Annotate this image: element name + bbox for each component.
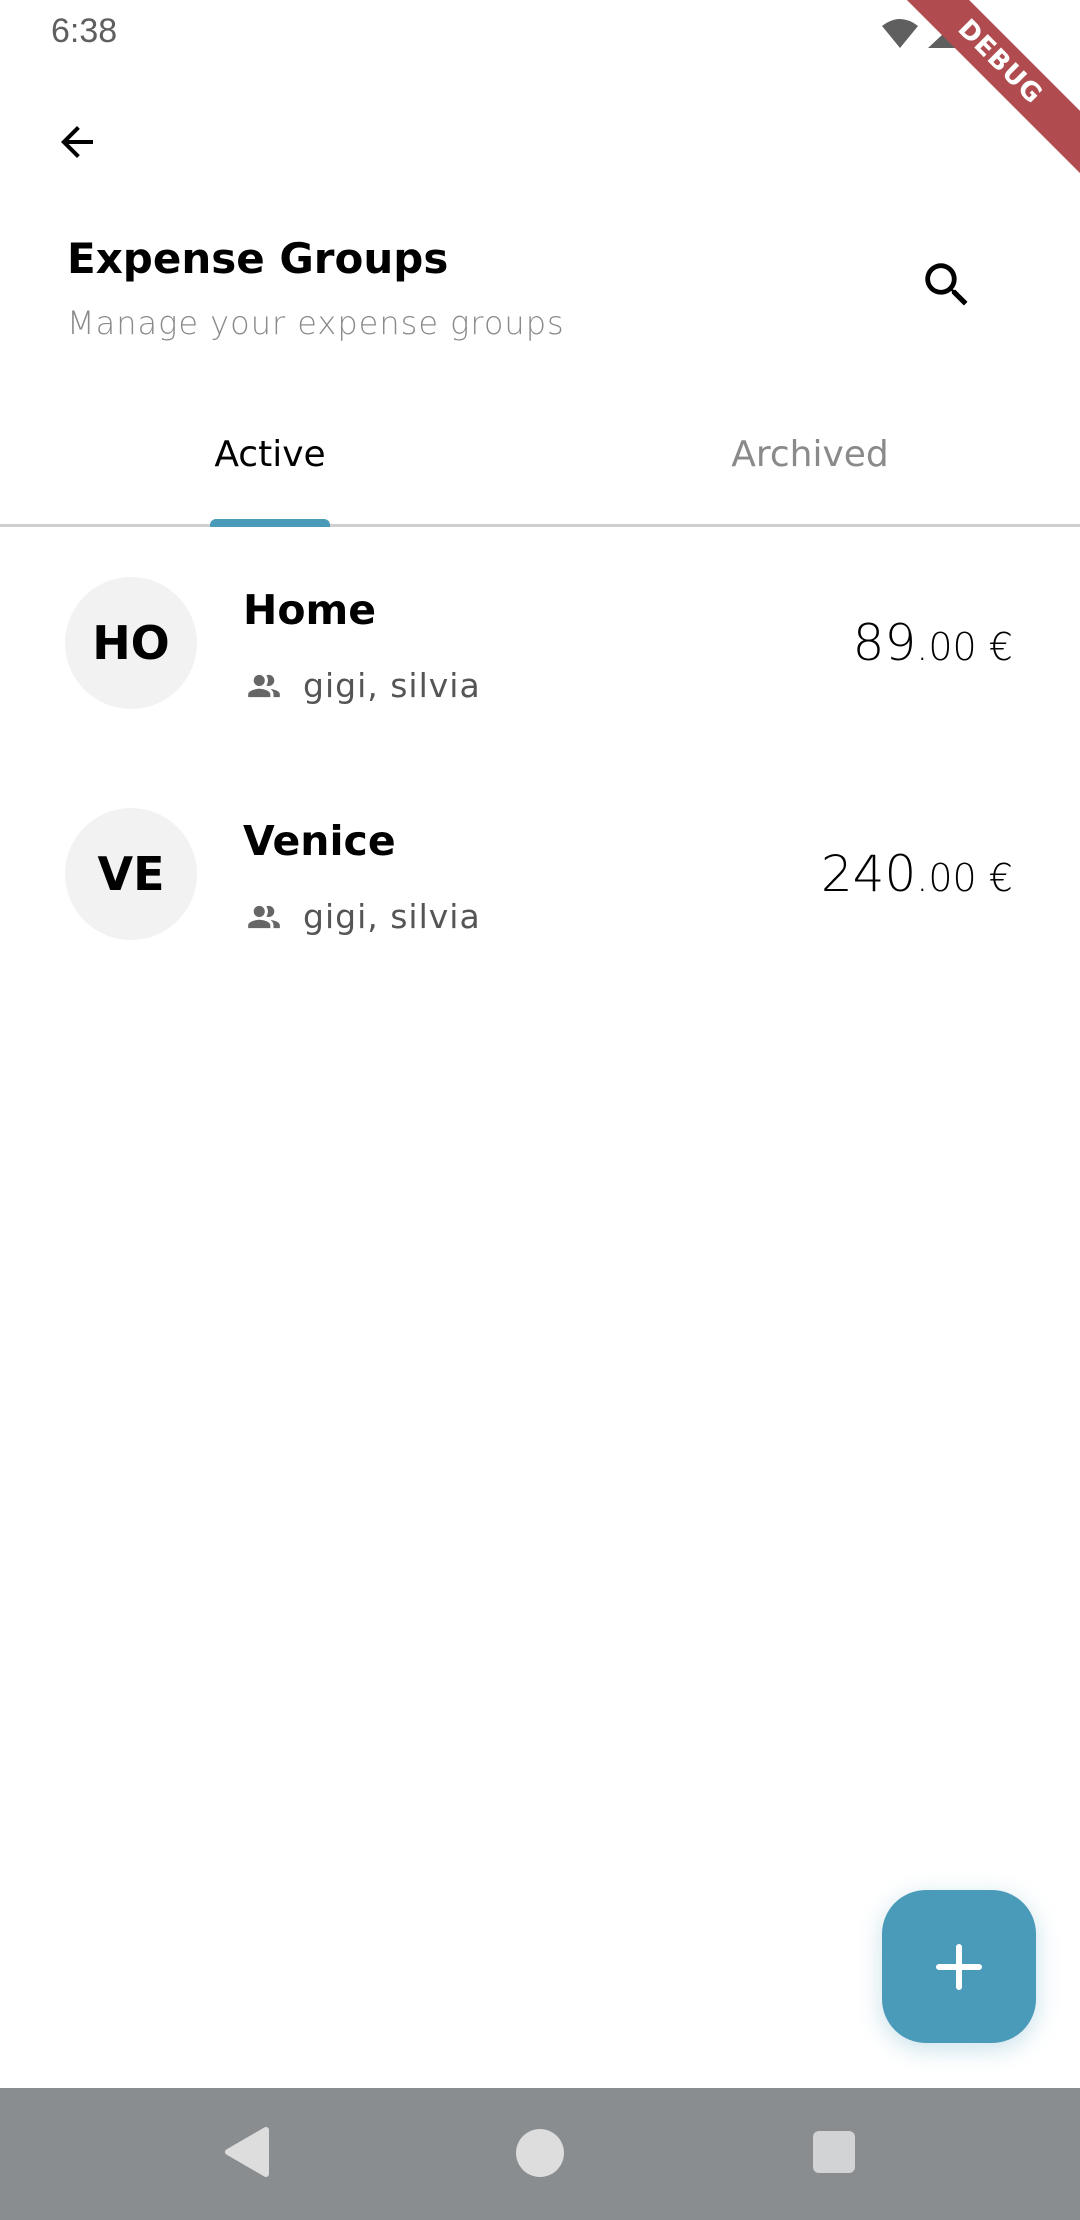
add-group-button[interactable] — [882, 1890, 1036, 2043]
group-amount: 240.00 € — [821, 845, 1013, 903]
group-name: Venice — [243, 817, 396, 865]
wifi-icon — [882, 19, 918, 48]
arrow-left-icon[interactable] — [52, 118, 102, 166]
system-nav-bar — [0, 2088, 1080, 2220]
avatar: HO — [65, 577, 197, 709]
amount-int: 89 — [852, 614, 917, 672]
recents-icon[interactable] — [812, 2130, 856, 2174]
plus-icon — [936, 1943, 982, 1990]
amount-dec: .00 € — [916, 856, 1013, 900]
members-text: gigi, silvia — [303, 897, 481, 936]
tab-active[interactable]: Active — [0, 434, 540, 475]
search-icon[interactable] — [918, 256, 976, 314]
page-title: Expense Groups — [67, 234, 449, 283]
members-text: gigi, silvia — [303, 666, 481, 705]
home-icon[interactable] — [515, 2128, 565, 2178]
tab-divider — [0, 524, 1080, 527]
group-row-venice[interactable]: VE Venice gigi, silvia 240.00 € — [0, 761, 1080, 992]
status-time: 6:38 — [51, 12, 118, 50]
tab-archived[interactable]: Archived — [540, 434, 1080, 475]
amount-int: 240 — [820, 845, 917, 903]
group-name: Home — [243, 586, 377, 634]
group-members: gigi, silvia — [245, 666, 481, 705]
group-members: gigi, silvia — [245, 897, 481, 936]
tab-indicator — [210, 519, 330, 527]
group-row-home[interactable]: HO Home gigi, silvia 89.00 € — [0, 530, 1080, 761]
people-icon — [248, 905, 280, 928]
page-subtitle: Manage your expense groups — [67, 304, 565, 342]
avatar: VE — [65, 808, 197, 940]
amount-dec: .00 € — [916, 625, 1013, 669]
back-icon[interactable] — [222, 2126, 270, 2178]
people-icon — [248, 674, 280, 697]
group-amount: 89.00 € — [853, 614, 1013, 672]
